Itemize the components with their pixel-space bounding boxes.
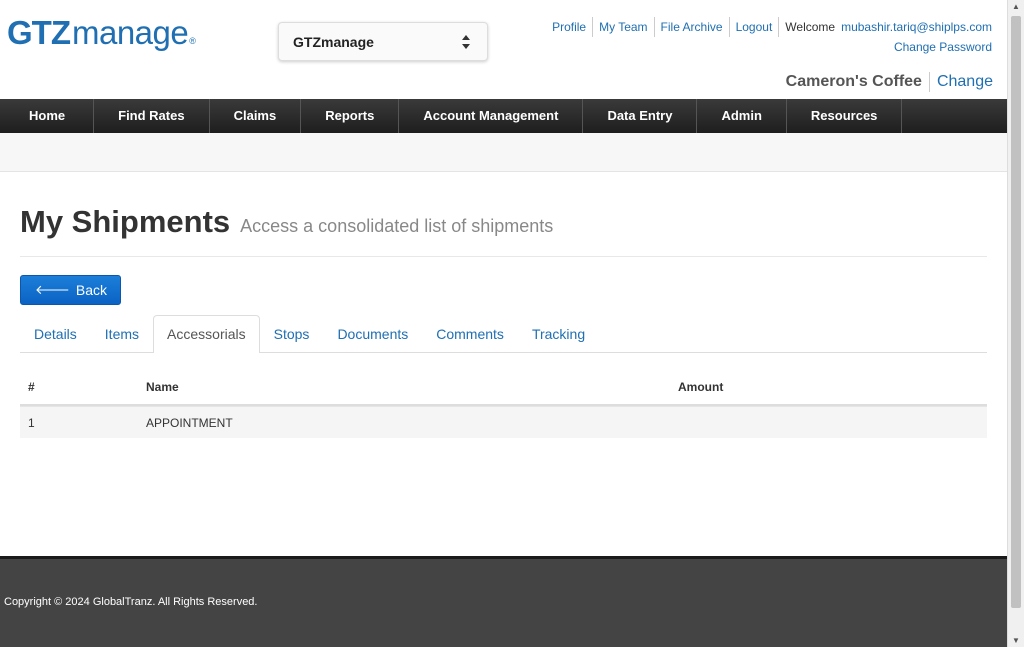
back-button-label: Back — [75, 282, 107, 298]
main-nav: Home Find Rates Claims Reports Account M… — [0, 99, 1007, 133]
nav-find-rates[interactable]: Find Rates — [94, 99, 210, 133]
main-content: My Shipments Access a consolidated list … — [20, 172, 987, 438]
page: GTZ manage ® GTZmanage Profile My Team F… — [0, 0, 1007, 647]
tab-tracking[interactable]: Tracking — [518, 315, 599, 352]
change-company-link[interactable]: Change — [930, 73, 993, 91]
vertical-scrollbar[interactable]: ▲ ▼ — [1007, 0, 1024, 647]
tab-comments[interactable]: Comments — [422, 315, 518, 352]
table-cell-number: 1 — [28, 415, 35, 430]
back-button[interactable]: 🡐 Back — [20, 275, 121, 305]
page-subtitle: Access a consolidated list of shipments — [240, 216, 554, 236]
table-row: 1 APPOINTMENT — [20, 406, 987, 438]
nav-claims[interactable]: Claims — [210, 99, 302, 133]
gtzmanage-logo[interactable]: GTZ manage ® — [7, 14, 196, 52]
company-selector: Cameron's Coffee Change — [786, 72, 993, 92]
nav-data-entry[interactable]: Data Entry — [583, 99, 698, 133]
change-password-link[interactable]: Change Password — [894, 40, 992, 54]
nav-reports[interactable]: Reports — [301, 99, 400, 133]
arrow-left-icon: 🡐 — [35, 282, 70, 297]
table-cell-name: APPOINTMENT — [146, 415, 233, 430]
logout-link[interactable]: Logout — [730, 17, 780, 37]
nav-account-management[interactable]: Account Management — [399, 99, 584, 133]
copyright-text: Copyright © 2024 GlobalTranz. All Rights… — [4, 596, 258, 608]
shipment-tabs: Details Items Accessorials Stops Documen… — [20, 315, 987, 353]
tab-details[interactable]: Details — [20, 315, 91, 352]
app-select-dropdown[interactable]: GTZmanage — [278, 22, 488, 61]
app-select-value: GTZmanage — [293, 33, 374, 50]
nav-resources[interactable]: Resources — [787, 99, 903, 133]
scroll-down-icon[interactable]: ▼ — [1012, 636, 1020, 645]
logo-light-text: manage — [71, 14, 189, 51]
tab-accessorials[interactable]: Accessorials — [153, 315, 260, 353]
logo-bold-text: GTZ — [7, 14, 71, 51]
nav-home[interactable]: Home — [0, 99, 95, 133]
nav-admin[interactable]: Admin — [697, 99, 787, 133]
my-team-link[interactable]: My Team — [593, 17, 655, 37]
scroll-up-icon[interactable]: ▲ — [1012, 2, 1020, 11]
footer: Copyright © 2024 GlobalTranz. All Rights… — [0, 556, 1007, 647]
header: GTZ manage ® GTZmanage Profile My Team F… — [0, 0, 1007, 99]
profile-link[interactable]: Profile — [546, 17, 594, 37]
welcome-label: Welcome — [785, 20, 836, 34]
user-email-link[interactable]: mubashir.tariq@shiplps.com — [841, 20, 992, 34]
column-header-number[interactable]: # — [20, 380, 146, 394]
company-name: Cameron's Coffee — [786, 72, 930, 92]
logo-registered-mark: ® — [189, 36, 196, 46]
sub-nav-bar — [0, 133, 1007, 172]
page-header: My Shipments Access a consolidated list … — [20, 204, 987, 257]
tab-documents[interactable]: Documents — [323, 315, 422, 352]
tab-stops[interactable]: Stops — [260, 315, 324, 352]
column-header-name[interactable]: Name — [146, 380, 678, 394]
file-archive-link[interactable]: File Archive — [655, 17, 730, 37]
table-header-row: # Name Amount — [20, 370, 987, 406]
top-links: Profile My Team File Archive Logout Welc… — [546, 17, 992, 37]
column-header-amount[interactable]: Amount — [678, 380, 987, 394]
sort-arrows-icon — [462, 35, 470, 49]
tab-items[interactable]: Items — [91, 315, 153, 352]
page-title: My Shipments — [20, 204, 231, 239]
accessorials-table: # Name Amount 1 APPOINTMENT — [20, 370, 987, 438]
scrollbar-thumb[interactable] — [1011, 16, 1021, 608]
